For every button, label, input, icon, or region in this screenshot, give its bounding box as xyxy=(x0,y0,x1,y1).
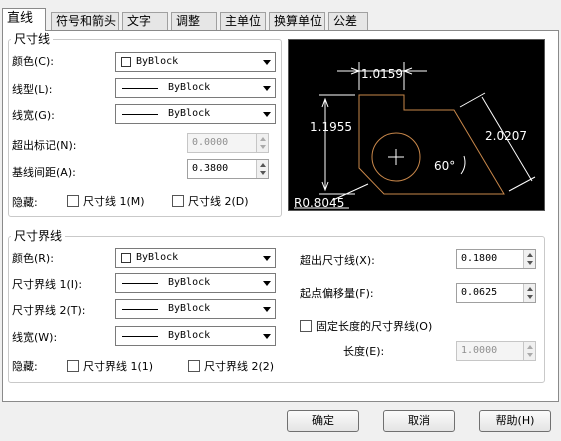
chevron-down-icon xyxy=(263,60,271,65)
lineweight-sample xyxy=(122,114,158,115)
tab-primary-units[interactable]: 主单位 xyxy=(220,12,266,30)
suppress-dim-line-2-checkbox[interactable]: 尺寸线 2(D) xyxy=(172,195,249,209)
checkbox-box xyxy=(172,195,184,207)
chevron-down-icon xyxy=(263,256,271,261)
ext-linetype2-value: ByBlock xyxy=(168,303,211,314)
ext-linetype2-label: 尺寸界线 2(T): xyxy=(12,304,86,317)
baseline-spacing-spinner[interactable]: 0.3800 xyxy=(187,159,269,179)
preview-angle: 60° xyxy=(434,159,455,173)
extend-ticks-spinner[interactable]: 0.0000 xyxy=(187,133,269,153)
dim-color-label: 颜色(C): xyxy=(12,55,54,68)
linetype-sample xyxy=(122,309,158,310)
chevron-down-icon xyxy=(263,334,271,339)
spinner-buttons[interactable] xyxy=(256,160,268,178)
tab-tolerances[interactable]: 公差 xyxy=(328,12,368,30)
linetype-sample xyxy=(122,88,158,89)
chevron-down-icon xyxy=(263,112,271,117)
length-label: 长度(E): xyxy=(343,345,385,358)
extend-beyond-value: 0.1800 xyxy=(461,253,498,264)
suppress-ext-line-2-checkbox[interactable]: 尺寸界线 2(2) xyxy=(188,360,274,374)
extend-ticks-label: 超出标记(N): xyxy=(12,139,77,152)
chevron-down-icon xyxy=(263,281,271,286)
extend-ticks-value: 0.0000 xyxy=(192,137,229,148)
preview-dim-top: 1.0159 xyxy=(361,67,403,81)
color-swatch xyxy=(121,57,131,67)
checkbox-box xyxy=(67,195,79,207)
length-spinner[interactable]: 1.0000 xyxy=(456,341,536,361)
tab-text[interactable]: 文字 xyxy=(122,12,168,30)
fixed-length-checkbox[interactable]: 固定长度的尺寸界线(O) xyxy=(300,320,432,334)
checkbox-label: 尺寸线 1(M) xyxy=(83,195,145,208)
suppress-dim-line-1-checkbox[interactable]: 尺寸线 1(M) xyxy=(67,195,145,209)
dim-color-combo[interactable]: ByBlock xyxy=(115,52,276,72)
ext-color-value: ByBlock xyxy=(136,252,179,263)
ext-suppress-label: 隐藏: xyxy=(12,360,38,373)
spinner-buttons[interactable] xyxy=(256,134,268,152)
ext-linetype1-label: 尺寸界线 1(I): xyxy=(12,278,83,291)
checkbox-box xyxy=(300,320,312,332)
extend-beyond-spinner[interactable]: 0.1800 xyxy=(456,249,536,269)
dim-color-value: ByBlock xyxy=(136,56,179,67)
checkbox-label: 尺寸界线 1(1) xyxy=(83,360,154,373)
tab-fit[interactable]: 调整 xyxy=(171,12,217,30)
help-button[interactable]: 帮助(H) xyxy=(479,410,551,432)
origin-offset-value: 0.0625 xyxy=(461,287,498,298)
ext-lines-title: 尺寸界线 xyxy=(11,229,66,243)
checkbox-label: 固定长度的尺寸界线(O) xyxy=(316,320,433,333)
origin-offset-label: 起点偏移量(F): xyxy=(300,287,374,300)
ext-lineweight-combo[interactable]: ByBlock xyxy=(115,326,276,346)
cancel-button[interactable]: 取消 xyxy=(383,410,455,432)
baseline-spacing-label: 基线间距(A): xyxy=(12,166,76,179)
spinner-buttons[interactable] xyxy=(523,342,535,360)
color-swatch xyxy=(121,253,131,263)
preview-panel: 1.0159 1.1955 2.0207 60° R0.8045 xyxy=(288,39,545,211)
checkbox-box xyxy=(67,360,79,372)
extend-beyond-label: 超出尺寸线(X): xyxy=(300,254,375,267)
ext-color-combo[interactable]: ByBlock xyxy=(115,248,276,268)
ext-linetype2-combo[interactable]: ByBlock xyxy=(115,299,276,319)
ok-button[interactable]: 确定 xyxy=(287,410,359,432)
chevron-down-icon xyxy=(263,86,271,91)
preview-radius: R0.8045 xyxy=(294,196,344,210)
chevron-down-icon xyxy=(263,307,271,312)
checkbox-label: 尺寸界线 2(2) xyxy=(204,360,275,373)
ext-color-label: 颜色(R): xyxy=(12,252,54,265)
tab-alternate-units[interactable]: 换算单位 xyxy=(269,12,325,30)
spinner-buttons[interactable] xyxy=(523,250,535,268)
ext-linetype1-combo[interactable]: ByBlock xyxy=(115,273,276,293)
dim-linetype-combo[interactable]: ByBlock xyxy=(115,78,276,98)
dim-suppress-label: 隐藏: xyxy=(12,196,38,209)
dim-lineweight-label: 线宽(G): xyxy=(12,109,55,122)
checkbox-label: 尺寸线 2(D) xyxy=(188,195,249,208)
preview-drawing: 1.0159 1.1955 2.0207 60° R0.8045 xyxy=(294,62,536,210)
checkbox-box xyxy=(188,360,200,372)
suppress-ext-line-1-checkbox[interactable]: 尺寸界线 1(1) xyxy=(67,360,153,374)
preview-dim-left: 1.1955 xyxy=(310,120,352,134)
length-value: 1.0000 xyxy=(461,345,498,356)
spinner-buttons[interactable] xyxy=(523,284,535,302)
tab-strip: 直线 符号和箭头 文字 调整 主单位 换算单位 公差 xyxy=(0,8,561,31)
origin-offset-spinner[interactable]: 0.0625 xyxy=(456,283,536,303)
dim-lineweight-value: ByBlock xyxy=(168,108,211,119)
preview-dim-right: 2.0207 xyxy=(485,129,527,143)
dim-lineweight-combo[interactable]: ByBlock xyxy=(115,104,276,124)
ext-lineweight-label: 线宽(W): xyxy=(12,331,58,344)
baseline-spacing-value: 0.3800 xyxy=(192,163,229,174)
tab-lines[interactable]: 直线 xyxy=(2,8,46,31)
dim-linetype-label: 线型(L): xyxy=(12,83,53,96)
lineweight-sample xyxy=(122,336,158,337)
ext-linetype1-value: ByBlock xyxy=(168,277,211,288)
ext-lineweight-value: ByBlock xyxy=(168,330,211,341)
dim-lines-title: 尺寸线 xyxy=(11,32,54,46)
linetype-sample xyxy=(122,283,158,284)
tab-symbols-arrows[interactable]: 符号和箭头 xyxy=(51,12,119,30)
dim-linetype-value: ByBlock xyxy=(168,82,211,93)
